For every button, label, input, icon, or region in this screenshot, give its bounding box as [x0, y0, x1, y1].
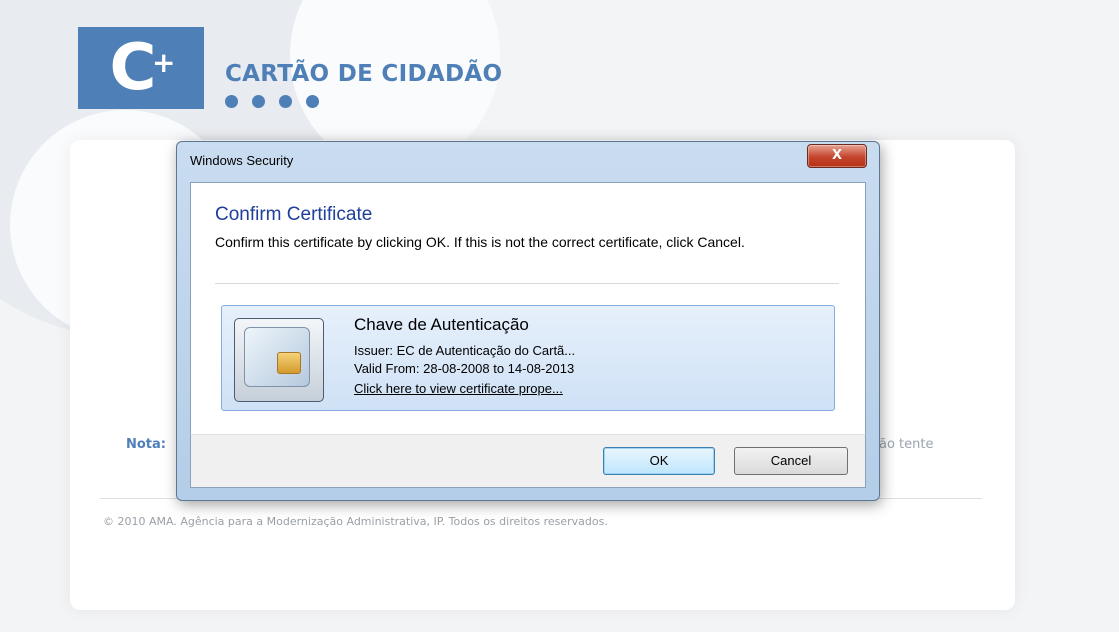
- certificate-validity: Valid From: 28-08-2008 to 14-08-2013: [354, 361, 575, 376]
- brand-dots: [225, 95, 319, 108]
- dialog-body: Confirm Certificate Confirm this certifi…: [190, 182, 866, 436]
- brand-title: CARTÃO DE CIDADÃO: [225, 61, 503, 87]
- cancel-button[interactable]: Cancel: [734, 447, 848, 475]
- close-button[interactable]: X: [807, 144, 867, 168]
- brand-dot: [225, 95, 238, 108]
- card-shape: [244, 327, 310, 387]
- nota-label: Nota:: [126, 437, 166, 452]
- cartao-logo-icon: C +: [78, 27, 204, 109]
- logo-plus: +: [152, 46, 176, 79]
- view-certificate-link[interactable]: Click here to view certificate prope...: [354, 380, 563, 397]
- dialog-footer: OK Cancel: [190, 434, 866, 488]
- certificate-tile[interactable]: Chave de Autenticação Issuer: EC de Aute…: [221, 305, 835, 411]
- dialog-title: Windows Security: [190, 153, 294, 168]
- brand-dot: [306, 95, 319, 108]
- confirm-heading: Confirm Certificate: [215, 204, 373, 225]
- nota-text: ão tente: [879, 437, 934, 452]
- ok-button[interactable]: OK: [603, 447, 715, 475]
- windows-security-dialog: Windows Security X Confirm Certificate C…: [176, 141, 880, 501]
- certificate-issuer: Issuer: EC de Autenticação do Cartã...: [354, 343, 576, 358]
- confirm-message: Confirm this certificate by clicking OK.…: [215, 234, 745, 250]
- brand-dot: [279, 95, 292, 108]
- brand-dot: [252, 95, 265, 108]
- footer-copyright: © 2010 AMA. Agência para a Modernização …: [103, 515, 608, 528]
- smart-card-icon: [234, 318, 324, 402]
- certificate-name: Chave de Autenticação: [354, 315, 529, 334]
- chip-icon: [277, 352, 301, 374]
- divider: [215, 283, 839, 284]
